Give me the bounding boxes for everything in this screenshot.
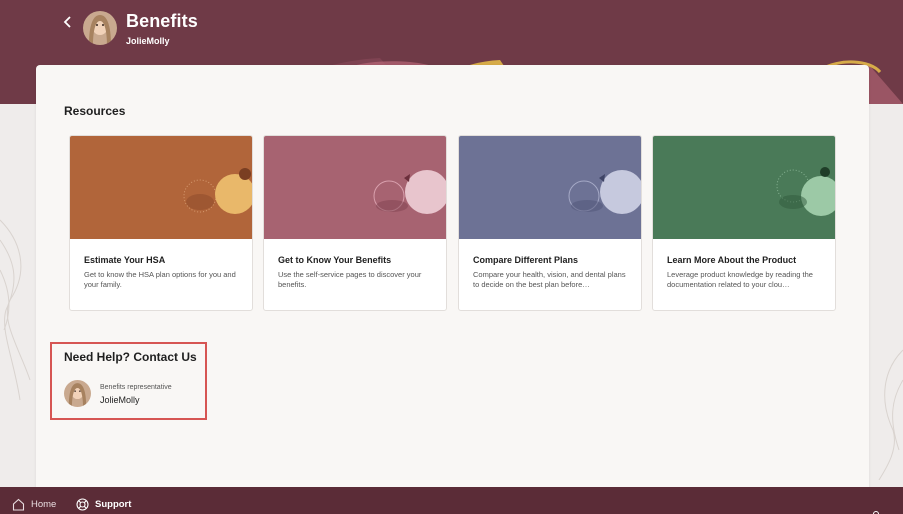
page-title: Benefits <box>126 11 198 31</box>
card-illustration <box>70 136 252 239</box>
card-estimate-hsa[interactable]: Estimate Your HSA Get to know the HSA pl… <box>69 135 253 311</box>
card-know-benefits[interactable]: Get to Know Your Benefits Use the self-s… <box>263 135 447 311</box>
card-description: Get to know the HSA plan options for you… <box>84 270 236 289</box>
card-illustration <box>459 136 641 239</box>
decorative-pattern-left <box>0 219 31 401</box>
card-description: Leverage product knowledge by reading th… <box>667 270 813 289</box>
main-panel: Resources Estimate Your HSA Get to know … <box>36 65 869 495</box>
nav-support-label: Support <box>95 499 132 510</box>
card-description: Compare your health, vision, and dental … <box>473 270 626 289</box>
card-illustration <box>264 136 446 239</box>
page-subtitle: JolieMolly <box>126 36 170 46</box>
card-title: Estimate Your HSA <box>84 255 166 265</box>
header-avatar <box>83 11 117 45</box>
lifebuoy-icon <box>76 498 89 511</box>
bottom-nav: Home Support <box>0 487 903 514</box>
contact-help-box: Need Help? Contact Us Benefits represent… <box>50 342 207 420</box>
resources-title: Resources <box>64 104 126 118</box>
card-description: Use the self-service pages to discover y… <box>278 270 422 289</box>
help-title: Need Help? Contact Us <box>64 350 197 364</box>
contact-role: Benefits representative <box>100 384 172 391</box>
card-learn-product[interactable]: Learn More About the Product Leverage pr… <box>652 135 836 311</box>
card-compare-plans[interactable]: Compare Different Plans Compare your hea… <box>458 135 642 311</box>
card-title: Compare Different Plans <box>473 255 579 265</box>
nav-home[interactable]: Home <box>12 498 56 511</box>
chevron-left-icon <box>63 16 71 28</box>
nav-home-label: Home <box>31 499 57 510</box>
card-illustration <box>653 136 835 239</box>
back-button[interactable] <box>60 13 76 31</box>
decorative-pattern-right <box>878 349 903 480</box>
contact-name[interactable]: JolieMolly <box>100 395 140 405</box>
nav-support[interactable]: Support <box>76 498 131 511</box>
card-title: Get to Know Your Benefits <box>278 255 392 265</box>
contact-avatar[interactable] <box>64 380 91 407</box>
home-icon <box>12 498 25 511</box>
card-title: Learn More About the Product <box>667 255 797 265</box>
